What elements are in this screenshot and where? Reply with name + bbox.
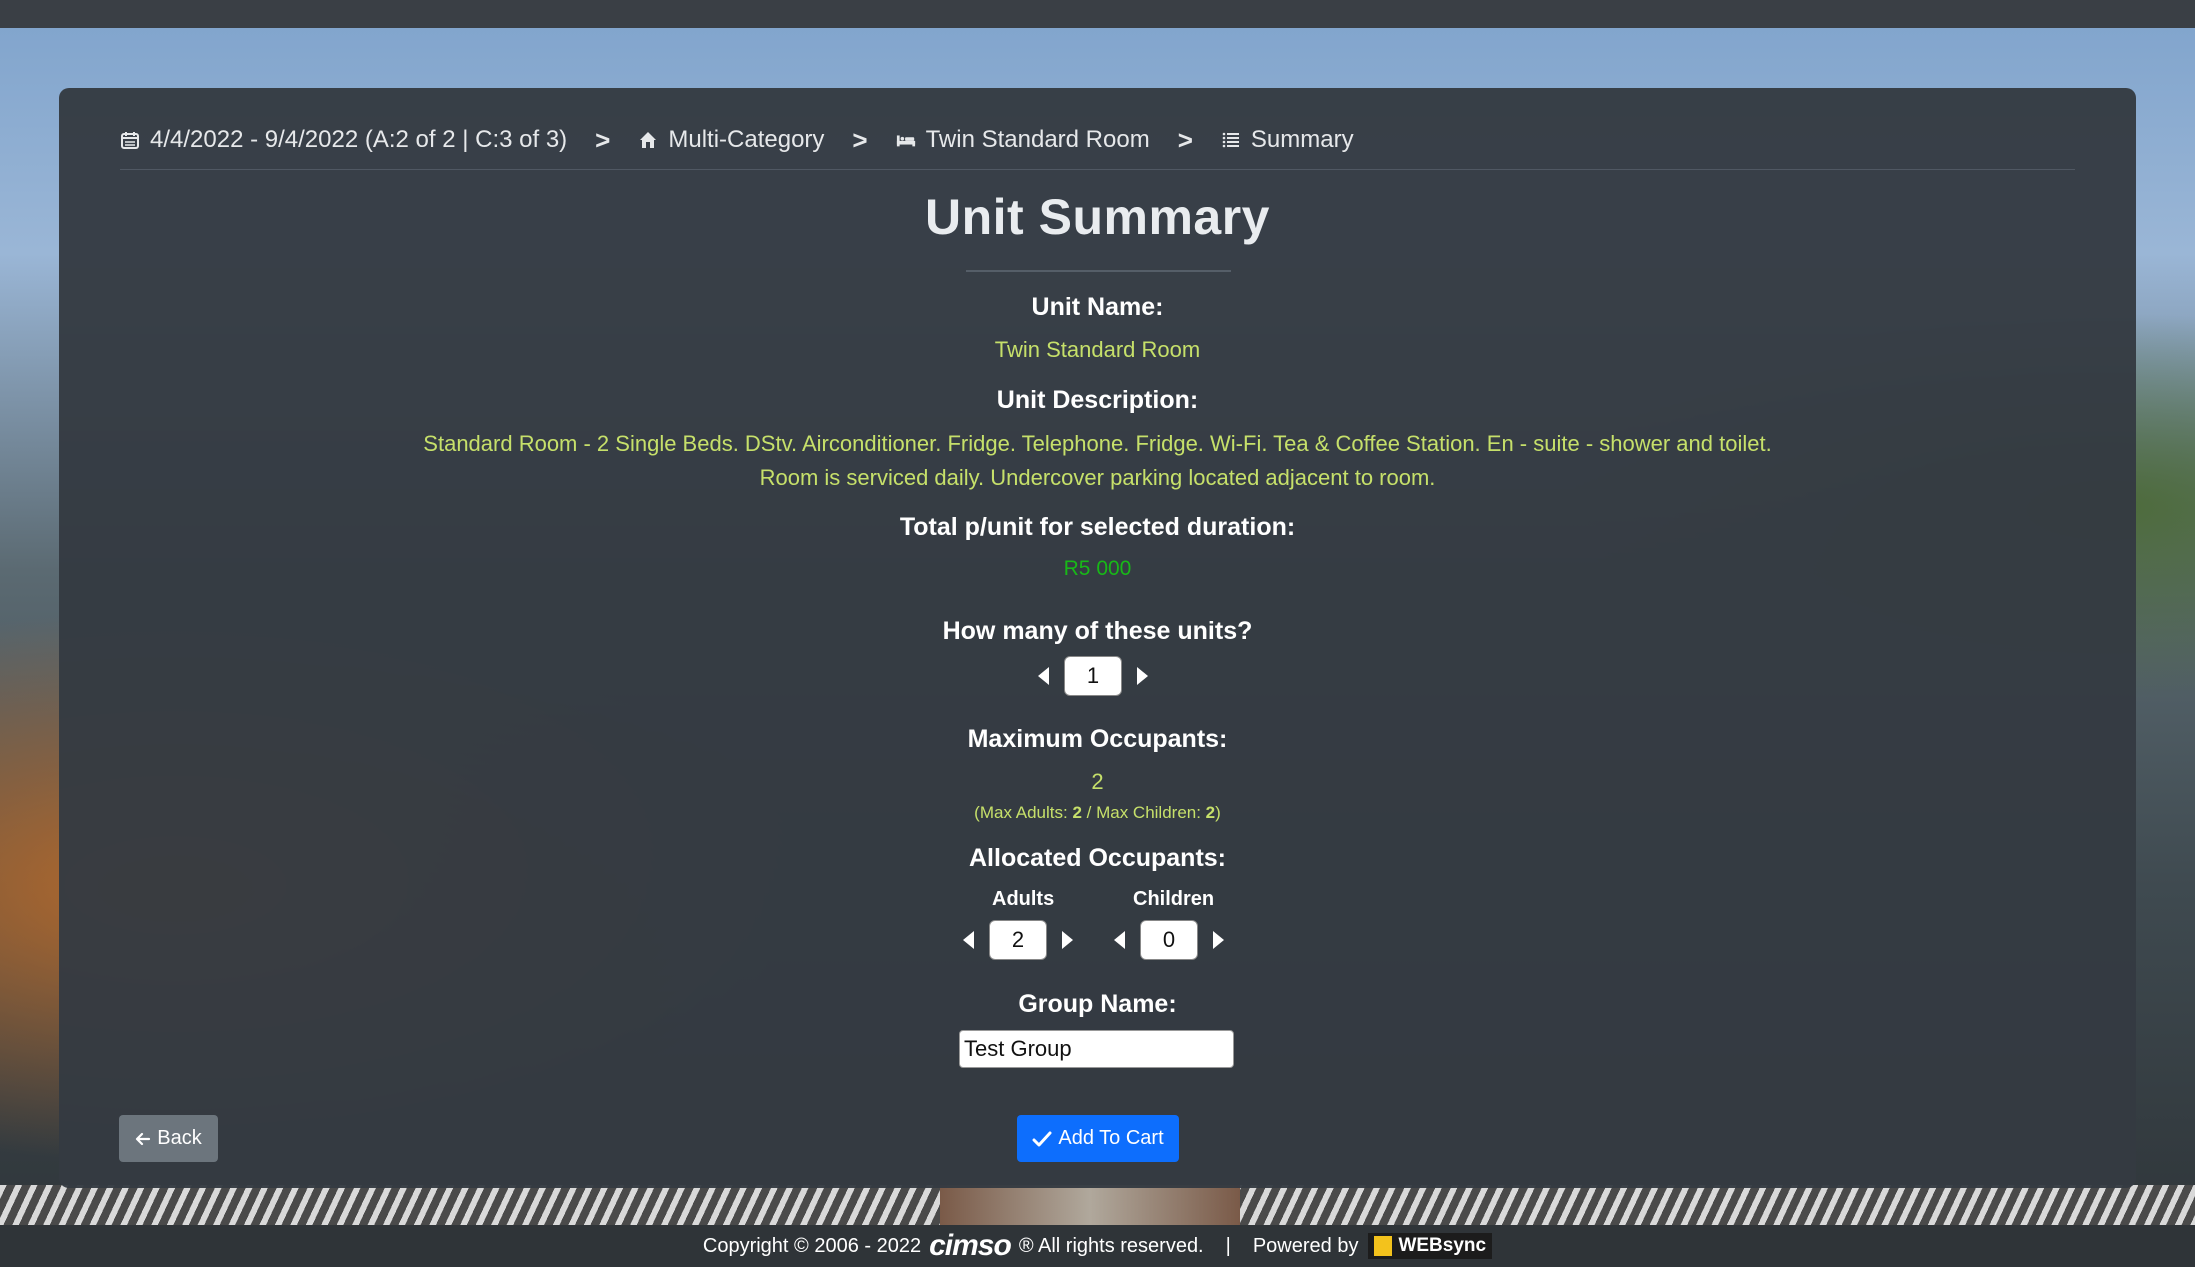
check-icon [1032,1131,1052,1146]
max-breakdown-prefix: (Max Adults: [974,803,1073,822]
quantity-stepper: 1 [1038,656,1148,696]
breadcrumb-room[interactable]: Twin Standard Room [896,126,1150,154]
max-occupants-breakdown: (Max Adults: 2 / Max Children: 2) [59,803,2136,823]
breadcrumb-category-label: Multi-Category [668,126,825,153]
breadcrumb-category[interactable]: Multi-Category [638,126,824,154]
websync-logo[interactable]: WEBsync [1368,1233,1493,1259]
calendar-icon [121,132,139,149]
max-children-value: 2 [1205,803,1216,822]
page-title: Unit Summary [925,189,1270,245]
background-walkway [940,1185,1240,1225]
max-occupants-label: Maximum Occupants: [967,725,1228,753]
footer: Copyright © 2006 - 2022 cimso ® All righ… [0,1225,2195,1267]
top-bar [0,0,2195,28]
add-to-cart-button[interactable]: Add To Cart [1017,1115,1179,1162]
max-breakdown-suffix: ) [1215,803,1221,822]
breadcrumb-dates-label: 4/4/2022 - 9/4/2022 (A:2 of 2 | C:3 of 3… [150,126,568,153]
breadcrumb-summary-label: Summary [1250,126,1354,153]
max-occupants-value: 2 [1091,769,1104,794]
websync-mark-icon [1374,1236,1393,1256]
group-name-label: Group Name: [1018,990,1177,1018]
cimso-logo[interactable]: cimso [929,1229,1012,1263]
breadcrumb-divider [120,169,2075,170]
children-increase-icon[interactable] [1213,931,1224,949]
rights-text: ® All rights reserved. [1018,1234,1204,1257]
powered-by-text: Powered by [1252,1234,1359,1257]
unit-description-label: Unit Description: [996,386,1199,414]
breadcrumb: 4/4/2022 - 9/4/2022 (A:2 of 2 | C:3 of 3… [120,118,2075,162]
adults-input[interactable]: 2 [989,920,1047,960]
quantity-increase-icon[interactable] [1137,667,1148,685]
footer-separator: | [1225,1234,1231,1257]
arrow-left-icon [136,1132,151,1145]
breadcrumb-dates[interactable]: 4/4/2022 - 9/4/2022 (A:2 of 2 | C:3 of 3… [120,126,567,154]
max-adults-value: 2 [1072,803,1082,822]
unit-name-label: Unit Name: [1031,293,1164,321]
bed-icon [896,135,915,147]
back-button[interactable]: Back [119,1115,218,1162]
adults-label: Adults [992,888,1055,910]
group-name-input[interactable]: Test Group [959,1030,1234,1068]
title-divider [966,270,1231,272]
summary-panel: 4/4/2022 - 9/4/2022 (A:2 of 2 | C:3 of 3… [59,88,2136,1188]
adults-increase-icon[interactable] [1062,931,1073,949]
adults-decrease-icon[interactable] [963,931,974,949]
breadcrumb-separator: > [852,124,868,155]
max-breakdown-mid: / Max Children: [1081,803,1206,822]
breadcrumb-separator: > [595,124,611,155]
children-label: Children [1133,888,1215,910]
add-to-cart-label: Add To Cart [1058,1127,1164,1149]
children-decrease-icon[interactable] [1114,931,1125,949]
breadcrumb-summary[interactable]: Summary [1221,126,1354,154]
quantity-decrease-icon[interactable] [1038,667,1049,685]
total-price: R5 000 [1063,557,1132,580]
breadcrumb-separator: > [1177,124,1193,155]
quantity-input[interactable]: 1 [1064,656,1122,696]
back-button-label: Back [157,1127,202,1149]
home-icon [640,132,657,148]
copyright-text: Copyright © 2006 - 2022 [702,1234,922,1257]
children-input[interactable]: 0 [1140,920,1198,960]
children-stepper: 0 [1114,920,1224,960]
total-label: Total p/unit for selected duration: [899,513,1296,541]
websync-brand: WEBsync [1398,1235,1487,1256]
list-icon [1222,132,1239,148]
quantity-label: How many of these units? [942,617,1253,645]
allocated-occupants-label: Allocated Occupants: [969,844,1226,872]
adults-stepper: 2 [963,920,1073,960]
breadcrumb-room-label: Twin Standard Room [925,126,1150,153]
unit-description-value: Standard Room - 2 Single Beds. DStv. Air… [423,431,1772,490]
unit-name-value: Twin Standard Room [994,337,1201,362]
